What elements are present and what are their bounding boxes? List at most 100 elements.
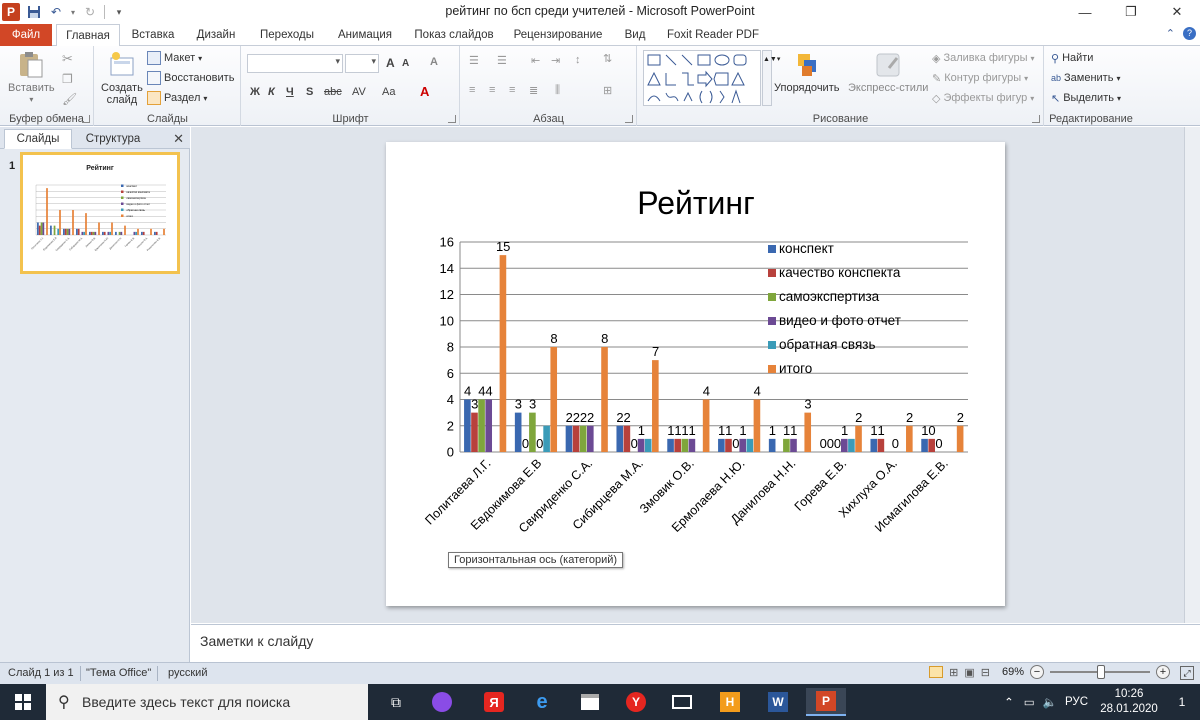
- alice-assistant-icon[interactable]: [422, 688, 462, 716]
- grow-font-button[interactable]: A: [386, 56, 395, 70]
- layout-button[interactable]: Макет ▾: [147, 49, 202, 67]
- tab-animations[interactable]: Анимация: [328, 24, 402, 46]
- app-h-icon[interactable]: H: [710, 688, 750, 716]
- align-left-icon[interactable]: ≡: [469, 84, 475, 96]
- line-spacing-icon[interactable]: ↕: [575, 54, 581, 66]
- decrease-indent-icon[interactable]: ⇤: [531, 54, 540, 67]
- drawing-launcher-icon[interactable]: [1032, 115, 1040, 123]
- task-view-icon[interactable]: ⧉: [376, 688, 416, 716]
- numbering-icon[interactable]: ☰: [497, 54, 507, 67]
- minimize-ribbon-icon[interactable]: ⌃: [1166, 27, 1175, 40]
- char-spacing-button[interactable]: AV: [352, 86, 366, 98]
- find-button[interactable]: ⚲ Найти: [1051, 49, 1093, 67]
- tab-file[interactable]: Файл: [0, 24, 52, 46]
- yandex-icon[interactable]: Y: [616, 688, 656, 716]
- tab-slideshow[interactable]: Показ слайдов: [404, 24, 504, 46]
- shape-fill-button[interactable]: ◈ Заливка фигуры ▾: [932, 49, 1035, 67]
- change-case-button[interactable]: Aa: [382, 86, 395, 98]
- font-size-combo[interactable]: [345, 54, 379, 73]
- clipboard-launcher-icon[interactable]: [82, 115, 90, 123]
- close-pane-icon[interactable]: ✕: [173, 131, 184, 147]
- replace-button[interactable]: ab Заменить ▾: [1051, 69, 1120, 87]
- restore-icon[interactable]: ❐: [1108, 0, 1154, 24]
- tab-foxit[interactable]: Foxit Reader PDF: [660, 24, 766, 46]
- shape-effects-button[interactable]: ◇ Эффекты фигур ▾: [932, 89, 1034, 107]
- slideshow-icon[interactable]: ⊟: [981, 666, 990, 679]
- tab-outline-pane[interactable]: Структура: [76, 129, 150, 149]
- rating-chart[interactable]: Рейтинг0246810121416434 415Политаева Л.Г.…: [386, 142, 1005, 606]
- text-direction-icon[interactable]: ⇅: [603, 52, 612, 65]
- increase-indent-icon[interactable]: ⇥: [551, 54, 560, 67]
- slide-sorter-icon[interactable]: ⊞: [949, 666, 958, 679]
- underline-button[interactable]: Ч: [286, 86, 294, 98]
- taskbar-search[interactable]: ⚲ Введите здесь текст для поиска: [46, 684, 368, 720]
- zoom-in-icon[interactable]: +: [1156, 665, 1170, 679]
- zoom-out-icon[interactable]: −: [1030, 665, 1044, 679]
- paste-button[interactable]: Вставить ▾: [8, 50, 55, 106]
- justify-icon[interactable]: ≣: [529, 84, 538, 97]
- vertical-scrollbar[interactable]: [1184, 127, 1200, 623]
- italic-button[interactable]: К: [268, 86, 275, 98]
- tab-view[interactable]: Вид: [612, 24, 658, 46]
- arrange-button[interactable]: Упорядочить: [774, 50, 839, 94]
- store-icon[interactable]: [570, 688, 610, 716]
- tab-slides-pane[interactable]: Слайды: [4, 129, 72, 149]
- zoom-level[interactable]: 69%: [1002, 666, 1024, 678]
- slide-canvas[interactable]: Рейтинг 0 2 4 6 8 10 12 14 16 4 3 4 4 15 Политаева Л.Г.…: [386, 142, 1005, 606]
- zoom-slider[interactable]: [1050, 665, 1150, 679]
- network-icon[interactable]: ▭: [1024, 695, 1035, 709]
- notes-placeholder[interactable]: Заметки к слайду: [200, 633, 313, 649]
- notes-pane[interactable]: Заметки к слайду: [191, 624, 1200, 662]
- format-painter-button[interactable]: 🖌: [62, 90, 77, 108]
- zoom-slider-thumb[interactable]: [1097, 665, 1105, 679]
- bold-button[interactable]: Ж: [250, 86, 260, 98]
- powerpoint-taskbar-icon[interactable]: P: [806, 688, 846, 716]
- input-language[interactable]: РУС: [1065, 696, 1088, 708]
- tab-home[interactable]: Главная: [56, 24, 120, 47]
- cut-button[interactable]: ✂: [62, 50, 73, 68]
- font-color-icon[interactable]: A: [420, 84, 429, 99]
- shrink-font-button[interactable]: A: [402, 58, 409, 69]
- reset-button[interactable]: Восстановить: [147, 69, 234, 87]
- fit-slide-icon[interactable]: ⤢: [1180, 666, 1194, 680]
- tab-review[interactable]: Рецензирование: [506, 24, 610, 46]
- smartart-icon[interactable]: ⊞: [603, 84, 612, 97]
- mail-icon[interactable]: [662, 688, 702, 716]
- align-center-icon[interactable]: ≡: [489, 84, 495, 96]
- copy-button[interactable]: ❐: [62, 70, 73, 88]
- shadow-button[interactable]: S: [306, 86, 313, 98]
- clear-format-button[interactable]: A: [430, 56, 438, 68]
- shape-outline-button[interactable]: ✎ Контур фигуры ▾: [932, 69, 1028, 87]
- yandex-browser-icon[interactable]: Я: [474, 688, 514, 716]
- shapes-gallery[interactable]: [643, 50, 761, 106]
- tab-design[interactable]: Дизайн: [186, 24, 246, 46]
- columns-icon[interactable]: ⫼: [555, 84, 560, 97]
- close-icon[interactable]: ✕: [1154, 0, 1200, 24]
- quick-styles-button[interactable]: Экспресс-стили: [848, 50, 928, 94]
- reading-view-icon[interactable]: ▣: [964, 666, 974, 679]
- paragraph-launcher-icon[interactable]: [625, 115, 633, 123]
- help-icon[interactable]: ?: [1183, 27, 1196, 40]
- strikethrough-button[interactable]: abc: [324, 86, 342, 98]
- minimize-icon[interactable]: —: [1062, 0, 1108, 24]
- notifications-icon[interactable]: 1: [1164, 695, 1200, 709]
- language-indicator[interactable]: русский: [168, 666, 213, 681]
- section-button[interactable]: Раздел ▾: [147, 89, 207, 107]
- tab-insert[interactable]: Вставка: [122, 24, 184, 46]
- new-slide-button[interactable]: Создать слайд: [101, 50, 143, 106]
- clock[interactable]: 10:26 28.01.2020: [1094, 687, 1164, 717]
- edge-browser-icon[interactable]: e: [522, 688, 562, 716]
- bullets-icon[interactable]: ☰: [469, 54, 479, 67]
- tray-chevron-icon[interactable]: ⌃: [1004, 695, 1014, 709]
- word-icon[interactable]: W: [758, 688, 798, 716]
- normal-view-icon[interactable]: [929, 666, 944, 678]
- windows-start-icon[interactable]: [0, 684, 46, 720]
- font-name-combo[interactable]: [247, 54, 343, 73]
- font-launcher-icon[interactable]: [448, 115, 456, 123]
- theme-name[interactable]: "Тема Office": [86, 666, 159, 681]
- slide-thumbnail[interactable]: Рейтинг Политаева Л.Г. Евдокимова Е.В Свир…: [20, 152, 180, 274]
- tab-transitions[interactable]: Переходы: [248, 24, 326, 46]
- shapes-gallery-scroll[interactable]: ▲▼▾: [762, 50, 780, 106]
- volume-icon[interactable]: 🔈: [1043, 695, 1057, 709]
- align-right-icon[interactable]: ≡: [509, 84, 515, 96]
